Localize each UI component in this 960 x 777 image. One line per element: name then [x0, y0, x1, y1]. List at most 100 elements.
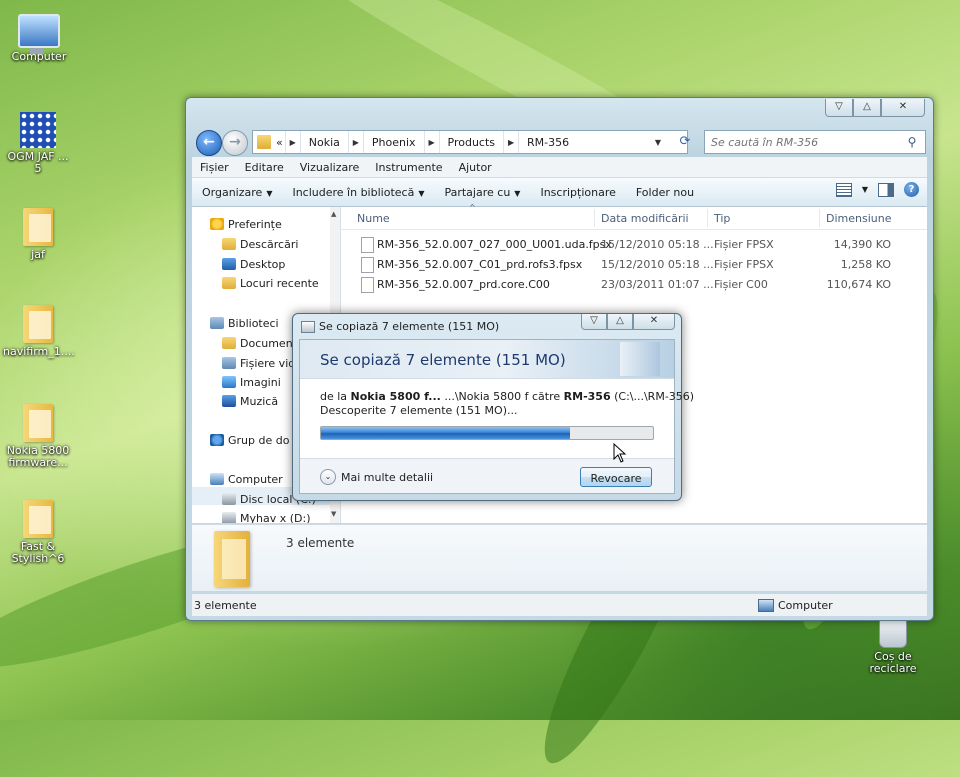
desktop-icon-ogm-jaf[interactable]: OGM JAF ... 5	[3, 112, 73, 175]
copy-progress-dialog[interactable]: Se copiază 7 elemente (151 MO) ▽ △ ✕ Se …	[292, 313, 694, 501]
nav-label: Imagini	[240, 375, 281, 389]
chevron-right-icon[interactable]: ▶	[347, 131, 364, 153]
chevron-down-icon: ▼	[514, 188, 521, 198]
disk-icon	[222, 493, 236, 505]
desktop-icon-jaf[interactable]: jaf	[3, 208, 73, 261]
dialog-window-controls: ▽ △ ✕	[581, 314, 675, 330]
file-icon	[361, 277, 374, 293]
details-item-count: 3 elemente	[286, 536, 355, 550]
breadcrumb-phoenix[interactable]: Phoenix	[364, 131, 424, 153]
search-input[interactable]	[705, 134, 903, 150]
nav-music[interactable]: Muzică	[222, 392, 278, 410]
nav-downloads[interactable]: Descărcări	[222, 235, 298, 253]
include-label: Includere în bibliotecă	[292, 185, 415, 199]
include-in-library-button[interactable]: Includere în bibliotecă ▼	[282, 186, 434, 199]
chevron-down-icon: ⌄	[320, 469, 336, 485]
more-details-toggle[interactable]: ⌄ Mai multe detalii	[320, 469, 433, 485]
address-bar[interactable]: « ▶ Nokia ▶ Phoenix ▶ Products ▶ RM-356 …	[252, 130, 688, 154]
file-row[interactable]: RM-356_52.0.007_027_000_U001.uda.fpsx 15…	[341, 235, 927, 254]
nav-videos[interactable]: Fișiere vide	[222, 354, 302, 372]
column-divider[interactable]	[707, 209, 708, 227]
nav-label: Document	[240, 336, 297, 350]
libraries-icon	[210, 317, 224, 329]
documents-icon	[222, 337, 236, 349]
mouse-cursor-icon	[613, 443, 627, 463]
view-options-icon[interactable]	[835, 182, 852, 197]
menu-help[interactable]: Ajutor	[451, 161, 500, 174]
cancel-button[interactable]: Revocare	[580, 467, 652, 487]
file-row[interactable]: RM-356_52.0.007_prd.core.C00 23/03/2011 …	[341, 275, 927, 294]
column-type[interactable]: Tip	[714, 212, 730, 225]
forward-button[interactable]: →	[222, 130, 248, 156]
nav-documents[interactable]: Document	[222, 334, 297, 352]
desktop-icon-nokia-firmware[interactable]: Nokia 5800 firmware...	[3, 404, 73, 469]
column-divider[interactable]	[819, 209, 820, 227]
dialog-body: Se copiază 7 elemente (151 MO) de la Nok…	[299, 339, 694, 494]
column-divider[interactable]	[594, 209, 595, 227]
destination-link[interactable]: RM-356	[564, 390, 611, 403]
status-bar: 3 elemente Computer	[192, 593, 927, 616]
burn-button[interactable]: Inscripționare	[530, 186, 625, 199]
nav-pictures[interactable]: Imagini	[222, 373, 281, 391]
menu-edit[interactable]: Editare	[237, 161, 292, 174]
maximize-button[interactable]: △	[853, 99, 881, 117]
chevron-right-icon[interactable]: ▶	[503, 131, 520, 153]
new-folder-button[interactable]: Folder nou	[626, 186, 704, 199]
nav-drive-d[interactable]: Myhav x (D:)	[222, 509, 311, 523]
nav-desktop[interactable]: Desktop	[222, 255, 285, 273]
scroll-down-icon[interactable]: ▼	[331, 510, 336, 518]
nav-favorites[interactable]: Preferințe	[210, 215, 282, 233]
chevron-right-icon[interactable]: ▶	[284, 131, 301, 153]
file-icon	[361, 257, 374, 273]
column-name[interactable]: Nume	[357, 212, 390, 225]
nav-homegroup[interactable]: Grup de do	[210, 431, 289, 449]
file-row[interactable]: RM-356_52.0.007_C01_prd.rofs3.fpsx 15/12…	[341, 255, 927, 274]
search-icon[interactable]: ⚲	[903, 135, 921, 149]
pictures-icon	[222, 376, 236, 388]
close-button[interactable]: ✕	[881, 99, 925, 117]
preview-pane-icon[interactable]	[878, 182, 894, 197]
desktop-icon-computer[interactable]: Computer	[4, 14, 74, 63]
chevron-down-icon[interactable]: ▼	[862, 185, 868, 194]
dialog-maximize-button[interactable]: △	[607, 314, 633, 330]
desktop-icon-navifirm[interactable]: navifirm_1....	[3, 305, 75, 358]
column-date[interactable]: Data modificării	[601, 212, 689, 225]
menu-tools[interactable]: Instrumente	[367, 161, 450, 174]
source-link[interactable]: Nokia 5800 f...	[351, 390, 441, 403]
nav-recent-places[interactable]: Locuri recente	[222, 274, 319, 292]
nav-libraries[interactable]: Biblioteci	[210, 314, 279, 332]
downloads-icon	[222, 238, 236, 250]
refresh-icon[interactable]: ⟳	[674, 130, 696, 152]
details-pane: 3 elemente	[192, 524, 927, 591]
search-box[interactable]: ⚲	[704, 130, 926, 154]
dialog-close-button[interactable]: ✕	[633, 314, 675, 330]
share-with-button[interactable]: Partajare cu ▼	[434, 186, 530, 199]
breadcrumb-nokia[interactable]: Nokia	[301, 131, 348, 153]
organize-button[interactable]: Organizare ▼	[192, 186, 282, 199]
breadcrumb-products[interactable]: Products	[440, 131, 504, 153]
chevron-right-icon[interactable]: ▶	[423, 131, 440, 153]
minimize-button[interactable]: ▽	[825, 99, 853, 117]
desktop-icon-recycle-bin[interactable]: Coș de reciclare	[858, 618, 928, 675]
breadcrumb-overflow[interactable]: «	[274, 131, 285, 153]
scroll-up-icon[interactable]: ▲	[331, 210, 336, 218]
copy-icon	[301, 321, 315, 333]
file-type: Fișier FPSX	[714, 238, 774, 251]
menu-view[interactable]: Vizualizare	[292, 161, 368, 174]
back-button[interactable]: ←	[196, 130, 222, 156]
progress-fill	[321, 427, 570, 439]
breadcrumb-rm-356[interactable]: RM-356	[519, 131, 577, 153]
column-size[interactable]: Dimensiune	[826, 212, 891, 225]
menu-file[interactable]: Fișier	[192, 161, 237, 174]
nav-label: Desktop	[240, 257, 286, 271]
nav-label: Muzică	[240, 394, 279, 408]
nav-computer[interactable]: Computer	[210, 470, 283, 488]
window-controls: ▽ △ ✕	[825, 99, 925, 117]
nav-label: Descărcări	[240, 237, 299, 251]
help-icon[interactable]: ?	[904, 182, 919, 197]
folder-icon	[257, 135, 271, 149]
dialog-minimize-button[interactable]: ▽	[581, 314, 607, 330]
chevron-down-icon[interactable]: ▼	[655, 138, 661, 147]
desktop-icon-label: OGM JAF ... 5	[7, 150, 69, 175]
desktop-icon-fast-stylish[interactable]: Fast & Stylish^6	[3, 500, 73, 565]
